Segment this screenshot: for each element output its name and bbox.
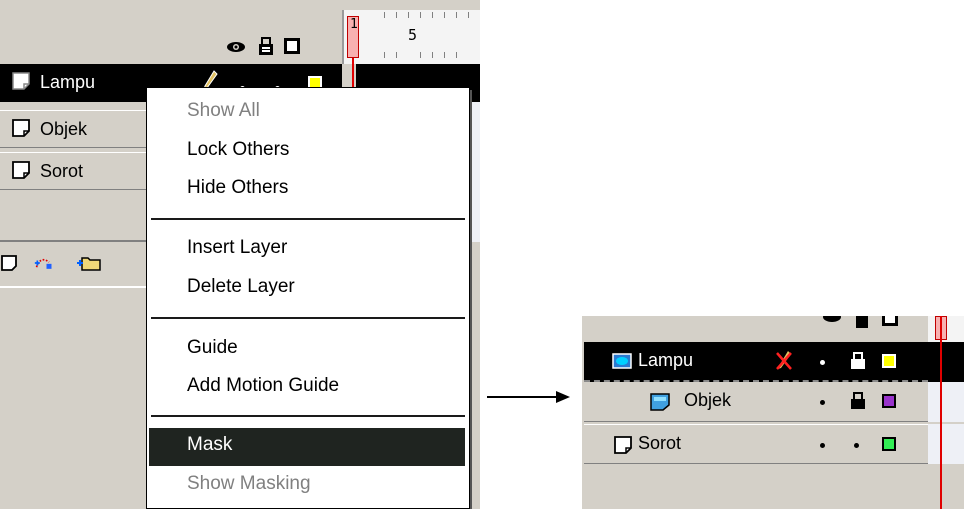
- menu-separator: [151, 317, 465, 319]
- playhead[interactable]: 1: [347, 16, 359, 58]
- frame-number-5: 5: [408, 26, 418, 44]
- arrow-right-icon: [556, 391, 570, 403]
- mask-layer-icon: [612, 353, 632, 369]
- pencil-crossed-icon: [776, 351, 792, 370]
- layer-name: Sorot: [40, 161, 84, 181]
- eye-icon[interactable]: [822, 316, 842, 324]
- menu-separator: [151, 415, 465, 417]
- layer-name: Lampu: [40, 72, 96, 92]
- lock-icon[interactable]: [854, 316, 870, 328]
- layer-icon: [614, 436, 632, 454]
- menu-item-insert-layer[interactable]: Insert Layer: [149, 231, 465, 269]
- menu-item-delete-layer[interactable]: Delete Layer: [149, 270, 465, 308]
- layer-icon: [12, 161, 30, 179]
- menu-item-guide[interactable]: Guide: [149, 331, 465, 369]
- outline-icon[interactable]: [882, 316, 898, 326]
- layer-color-swatch[interactable]: [882, 437, 896, 451]
- frame-number-1: 1: [350, 17, 358, 32]
- timeline-panel-before: 5 1 Lampu Objek Sorot Show All Lock Othe…: [0, 0, 480, 509]
- timeline-panel-after: Lampu Objek Sorot: [582, 316, 964, 509]
- layer-name: Objek: [40, 119, 88, 139]
- frame-cells-objek[interactable]: [928, 382, 964, 422]
- lock-icon[interactable]: [256, 36, 276, 56]
- menu-item-show-all[interactable]: Show All: [149, 94, 465, 132]
- arrow-line: [487, 396, 557, 398]
- layer-row-sorot[interactable]: Sorot: [584, 424, 928, 464]
- layer-color-swatch[interactable]: [882, 354, 896, 368]
- lock-icon[interactable]: [850, 392, 866, 410]
- layer-row-lampu[interactable]: Lampu: [584, 342, 928, 382]
- eye-icon[interactable]: [226, 36, 246, 56]
- layer-name: Objek: [684, 390, 732, 410]
- insert-folder-icon[interactable]: [76, 254, 102, 272]
- layer-row-objek[interactable]: Objek: [584, 382, 928, 422]
- layer-name: Sorot: [638, 433, 682, 453]
- menu-item-add-motion-guide[interactable]: Add Motion Guide: [149, 369, 465, 407]
- layer-icon: [12, 119, 30, 137]
- masked-layer-icon: [650, 393, 670, 411]
- menu-item-lock-others[interactable]: Lock Others: [149, 133, 465, 171]
- layer-header: [582, 316, 928, 342]
- playhead-line: [940, 316, 942, 509]
- add-motion-guide-icon[interactable]: [34, 254, 54, 272]
- menu-separator: [151, 218, 465, 220]
- layer-color-swatch[interactable]: [882, 394, 896, 408]
- frame-cells-lampu[interactable]: [928, 342, 964, 382]
- layer-header: [0, 10, 342, 64]
- frame-cells-sorot[interactable]: [928, 424, 964, 464]
- layer-icon: [12, 72, 30, 90]
- insert-layer-icon[interactable]: [0, 254, 20, 272]
- menu-item-show-masking[interactable]: Show Masking: [149, 467, 465, 505]
- outline-icon[interactable]: [284, 38, 300, 54]
- layer-context-menu: Show All Lock Others Hide Others Insert …: [146, 87, 470, 509]
- menu-item-mask[interactable]: Mask: [149, 428, 465, 466]
- layer-name: Lampu: [638, 350, 694, 370]
- lock-icon[interactable]: [850, 352, 866, 370]
- menu-item-hide-others[interactable]: Hide Others: [149, 171, 465, 209]
